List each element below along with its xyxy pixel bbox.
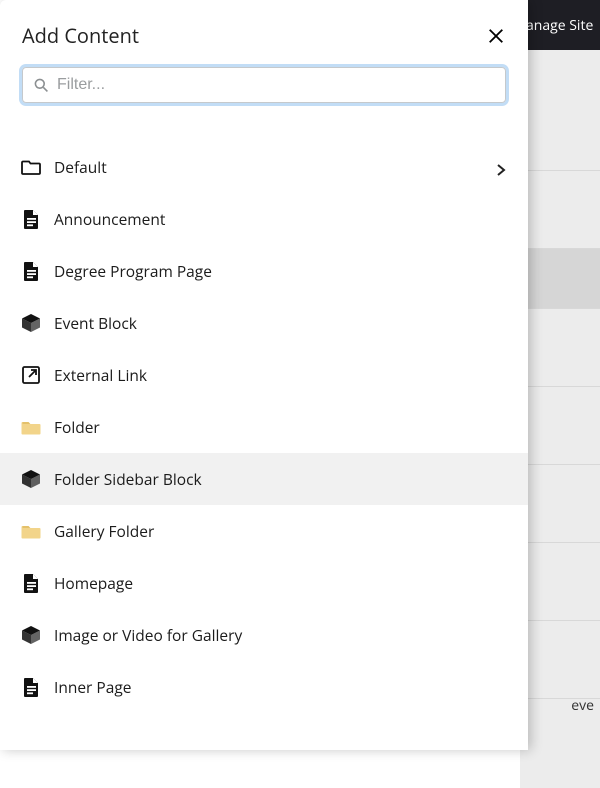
list-item[interactable]: External Link [0, 349, 528, 401]
list-item-label: Default [54, 156, 482, 178]
list-item[interactable]: Folder [0, 401, 528, 453]
panel-header: Add Content [0, 0, 528, 67]
background-header: anage Site [520, 0, 600, 50]
filter-box[interactable] [22, 67, 506, 103]
list-item-label: Folder Sidebar Block [54, 468, 508, 490]
list-item-label: Announcement [54, 208, 508, 230]
search-icon [33, 77, 49, 93]
folder-filled-icon [20, 416, 42, 438]
list-item-label: Gallery Folder [54, 520, 508, 542]
list-item[interactable]: Degree Program Page [0, 245, 528, 297]
background-row-text: eve [571, 696, 594, 715]
list-item[interactable]: Default [0, 141, 528, 193]
block-icon [20, 468, 42, 490]
page-icon [20, 260, 42, 282]
folder-filled-icon [20, 520, 42, 542]
background-header-text: anage Site [526, 16, 593, 35]
panel-title: Add Content [22, 22, 139, 49]
list-item-label: Degree Program Page [54, 260, 508, 282]
page-icon [20, 572, 42, 594]
list-item-label: Inner Page [54, 676, 508, 698]
chevron-right-icon [494, 160, 508, 174]
list-item-label: Folder [54, 416, 508, 438]
block-icon [20, 624, 42, 646]
content-list: Default Announcement Degree Program Page Ev… [0, 141, 528, 750]
list-item[interactable]: Gallery Folder [0, 505, 528, 557]
list-item[interactable]: Inner Page [0, 661, 528, 713]
filter-wrap [0, 67, 528, 113]
folder-outline-icon [20, 156, 42, 178]
external-link-icon [20, 364, 42, 386]
list-item-label: Homepage [54, 572, 508, 594]
page-icon [20, 208, 42, 230]
close-button[interactable] [484, 24, 508, 48]
page-icon [20, 676, 42, 698]
list-item[interactable]: Homepage [0, 557, 528, 609]
list-item[interactable]: Folder Sidebar Block [0, 453, 528, 505]
list-item-label: Event Block [54, 312, 508, 334]
add-content-panel: Add Content Default Announcement Degree Pr… [0, 0, 528, 750]
filter-input[interactable] [57, 76, 495, 94]
background-rows: eve [520, 50, 600, 750]
list-item[interactable]: Announcement [0, 193, 528, 245]
list-item[interactable]: Event Block [0, 297, 528, 349]
block-icon [20, 312, 42, 334]
list-item[interactable]: Image or Video for Gallery [0, 609, 528, 661]
close-icon [487, 27, 505, 45]
list-item-label: External Link [54, 364, 508, 386]
list-item-label: Image or Video for Gallery [54, 624, 508, 646]
